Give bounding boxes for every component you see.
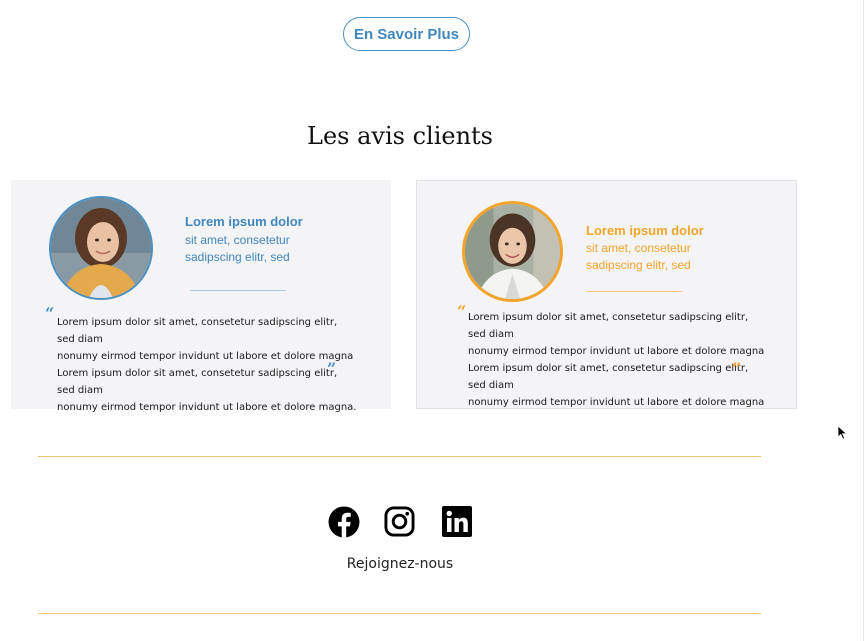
reviewer-subtitle-line: sadipscing elitr, sed — [586, 258, 691, 272]
join-us-label: Rejoignez-nous — [346, 556, 454, 572]
close-quote-icon: ” — [327, 359, 337, 378]
open-quote-icon: “ — [457, 302, 467, 321]
linkedin-icon[interactable] — [442, 506, 472, 537]
facebook-icon[interactable] — [328, 506, 360, 538]
open-quote-icon: “ — [45, 304, 55, 323]
footer-divider-bottom — [38, 613, 761, 614]
reviewer-subtitle: sit amet, consetetur sadipscing elitr, s… — [185, 232, 325, 266]
review-text-line: nonumy eirmod tempor invidunt ut labore … — [468, 397, 765, 408]
review-text-line: Lorem ipsum dolor sit amet, consetetur s… — [468, 312, 749, 340]
reviewer-subtitle-line: sadipscing elitr, sed — [185, 250, 290, 264]
reviews-section-title: Les avis clients — [307, 122, 493, 150]
review-card: Lorem ipsum dolor sit amet, consetetur s… — [416, 180, 797, 409]
instagram-icon[interactable] — [384, 506, 415, 537]
review-text-line: nonumy eirmod tempor invidunt ut labore … — [57, 351, 354, 362]
reviewer-name: Lorem ipsum dolor — [185, 214, 303, 229]
close-quote-icon: ” — [732, 359, 742, 378]
page-edge-divider — [863, 0, 864, 641]
review-card: Lorem ipsum dolor sit amet, consetetur s… — [11, 180, 391, 413]
review-text-line: nonumy eirmod tempor invidunt ut labore … — [468, 346, 765, 357]
reviewer-subtitle-line: sit amet, consetetur — [586, 241, 691, 255]
review-text-line: Lorem ipsum dolor sit amet, consetetur s… — [57, 317, 338, 345]
reviewer-separator — [586, 291, 682, 292]
en-savoir-plus-button[interactable]: En Savoir Plus — [343, 17, 470, 51]
woman-professional-avatar — [462, 201, 563, 302]
review-text: Lorem ipsum dolor sit amet, consetetur s… — [468, 309, 768, 411]
mouse-pointer-icon — [837, 425, 848, 445]
reviewer-subtitle: sit amet, consetetur sadipscing elitr, s… — [586, 240, 726, 274]
reviewer-subtitle-line: sit amet, consetetur — [185, 233, 290, 247]
woman-smiling-avatar — [49, 196, 153, 300]
footer-divider-top — [38, 456, 761, 457]
review-text-line: Lorem ipsum dolor sit amet, consetetur s… — [57, 368, 338, 396]
reviewer-name: Lorem ipsum dolor — [586, 223, 704, 238]
review-text-line: Lorem ipsum dolor sit amet, consetetur s… — [468, 363, 749, 391]
reviewer-separator — [190, 290, 286, 291]
review-text-line: nonumy eirmod tempor invidunt ut labore … — [57, 402, 357, 413]
review-text: Lorem ipsum dolor sit amet, consetetur s… — [57, 314, 357, 416]
